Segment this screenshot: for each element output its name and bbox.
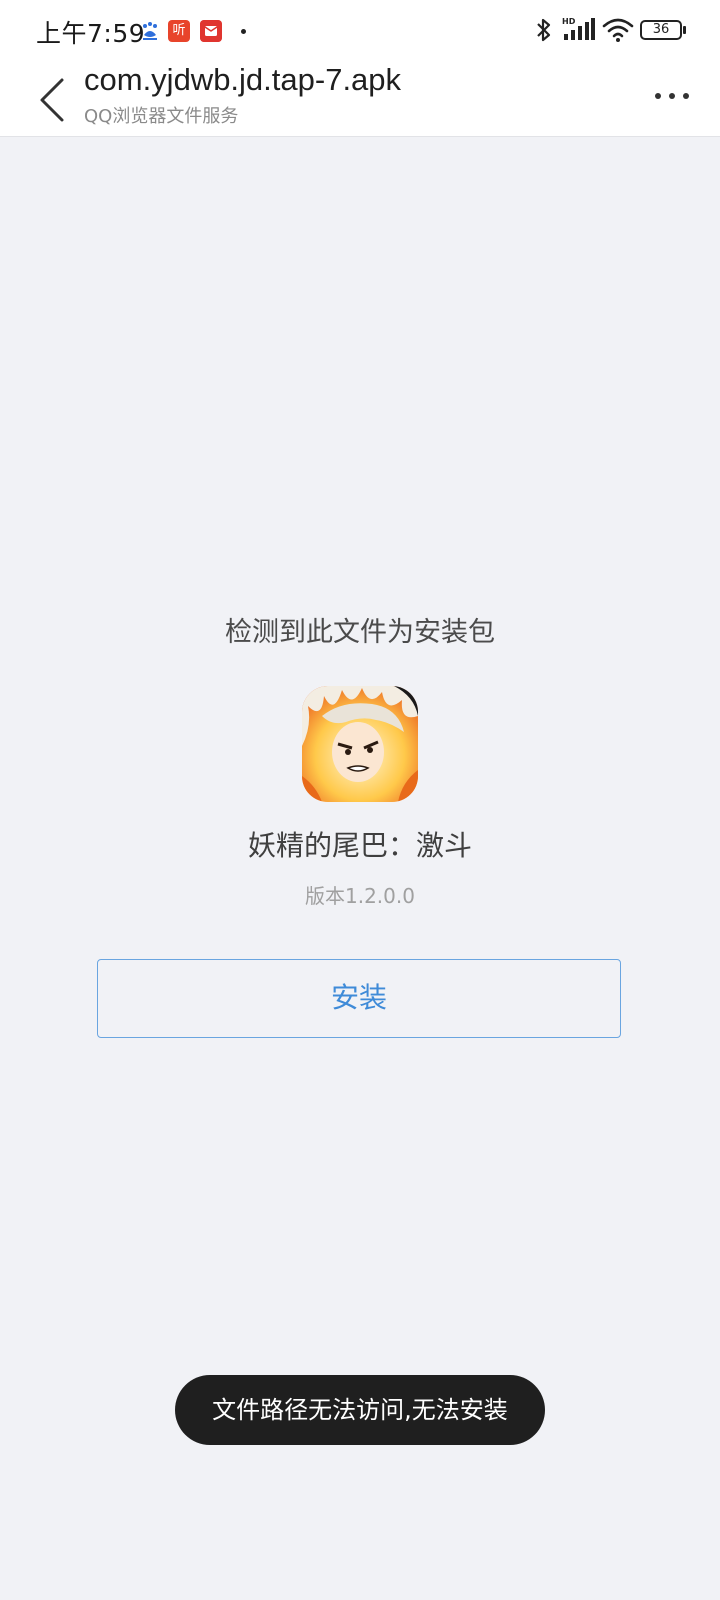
bluetooth-icon	[537, 18, 551, 42]
app-version: 版本1.2.0.0	[305, 884, 415, 908]
status-bar: 上午7:59 听 HD 36	[0, 0, 720, 60]
mail-icon	[200, 20, 222, 42]
toast-message: 文件路径无法访问,无法安装	[175, 1375, 545, 1445]
screen: 上午7:59 听 HD 36 com.yjdwb.jd.tap-7.apk QQ…	[0, 0, 720, 1600]
signal-icon: HD	[562, 17, 595, 40]
more-dots-icon[interactable]	[652, 84, 692, 108]
page-title: com.yjdwb.jd.tap-7.apk	[84, 62, 402, 97]
header: com.yjdwb.jd.tap-7.apk QQ浏览器文件服务	[0, 60, 720, 137]
app-name: 妖精的尾巴：激斗	[247, 829, 472, 862]
battery-icon: 36	[640, 20, 686, 40]
status-time: 上午7:59	[36, 19, 146, 48]
network-label: HD	[562, 17, 576, 26]
status-right-icons: HD 36	[532, 16, 686, 44]
ting-icon: 听	[168, 20, 190, 42]
wifi-icon	[602, 18, 634, 42]
app-icon	[302, 686, 418, 802]
detect-message: 检测到此文件为安装包	[225, 617, 495, 648]
dot-icon	[241, 29, 246, 34]
page-subtitle: QQ浏览器文件服务	[84, 106, 239, 127]
back-arrow-icon[interactable]	[26, 66, 78, 130]
baidu-icon	[143, 22, 157, 40]
install-button[interactable]: 安装	[97, 959, 621, 1038]
